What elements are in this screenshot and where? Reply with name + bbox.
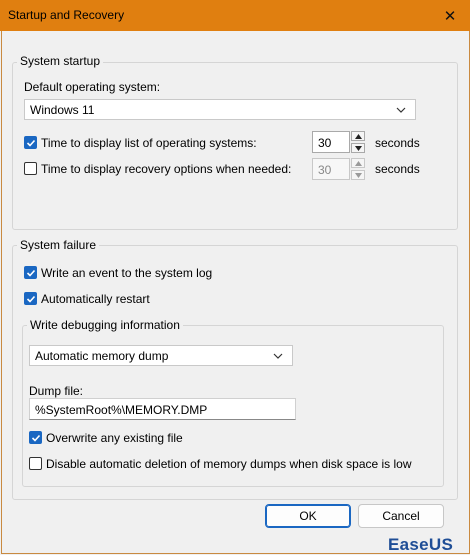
system-startup-legend: System startup (17, 54, 104, 68)
close-button[interactable]: ✕ (430, 0, 470, 31)
spin-down-button[interactable] (351, 143, 365, 153)
disable-auto-delete-label: Disable automatic deletion of memory dum… (46, 457, 412, 471)
checkmark-icon (26, 269, 36, 277)
arrow-down-icon (354, 172, 362, 178)
arrow-down-icon (354, 145, 362, 151)
dump-file-value: %SystemRoot%\MEMORY.DMP (35, 403, 208, 417)
dump-type-select[interactable]: Automatic memory dump (29, 345, 293, 366)
spin-up-button[interactable] (351, 158, 365, 168)
default-os-select[interactable]: Windows 11 (24, 99, 416, 120)
title-bar: Startup and Recovery ✕ (0, 0, 470, 31)
show-recovery-spinner[interactable]: 30 (312, 158, 365, 180)
overwrite-checkbox[interactable] (29, 431, 42, 444)
arrow-up-icon (354, 133, 362, 139)
auto-restart-checkbox[interactable] (24, 292, 37, 305)
dump-file-input[interactable]: %SystemRoot%\MEMORY.DMP (29, 398, 296, 420)
checkmark-icon (31, 434, 41, 442)
dump-type-value: Automatic memory dump (35, 349, 169, 363)
close-icon: ✕ (443, 7, 457, 25)
show-os-list-label: Time to display list of operating system… (41, 136, 257, 150)
ok-button[interactable]: OK (265, 504, 351, 528)
easeus-logo-text: EaseUS (388, 535, 454, 554)
default-os-label: Default operating system: (24, 80, 161, 94)
show-os-list-unit: seconds (375, 136, 420, 150)
write-event-checkbox[interactable] (24, 266, 37, 279)
show-recovery-unit: seconds (375, 162, 420, 176)
show-os-list-spinner[interactable]: 30 (312, 131, 365, 153)
show-os-list-input[interactable]: 30 (312, 131, 350, 153)
show-recovery-input[interactable]: 30 (312, 158, 350, 180)
spin-down-button[interactable] (351, 170, 365, 180)
checkmark-icon (26, 139, 36, 147)
chevron-down-icon (273, 353, 283, 359)
default-os-value: Windows 11 (30, 103, 95, 117)
spin-up-button[interactable] (351, 131, 365, 141)
window-title: Startup and Recovery (8, 8, 125, 22)
disable-auto-delete-checkbox[interactable] (29, 457, 42, 470)
chevron-down-icon (396, 107, 406, 113)
debug-info-legend: Write debugging information (27, 318, 183, 332)
checkmark-icon (26, 295, 36, 303)
easeus-watermark: EaseUS (388, 535, 453, 555)
arrow-up-icon (354, 160, 362, 166)
system-failure-legend: System failure (17, 238, 100, 252)
overwrite-label: Overwrite any existing file (46, 431, 183, 445)
write-event-label: Write an event to the system log (41, 266, 213, 280)
dump-file-label: Dump file: (29, 384, 84, 398)
show-recovery-label: Time to display recovery options when ne… (41, 162, 292, 176)
show-os-list-checkbox[interactable] (24, 136, 37, 149)
show-recovery-checkbox[interactable] (24, 162, 37, 175)
auto-restart-label: Automatically restart (41, 292, 150, 306)
cancel-button[interactable]: Cancel (358, 504, 444, 528)
